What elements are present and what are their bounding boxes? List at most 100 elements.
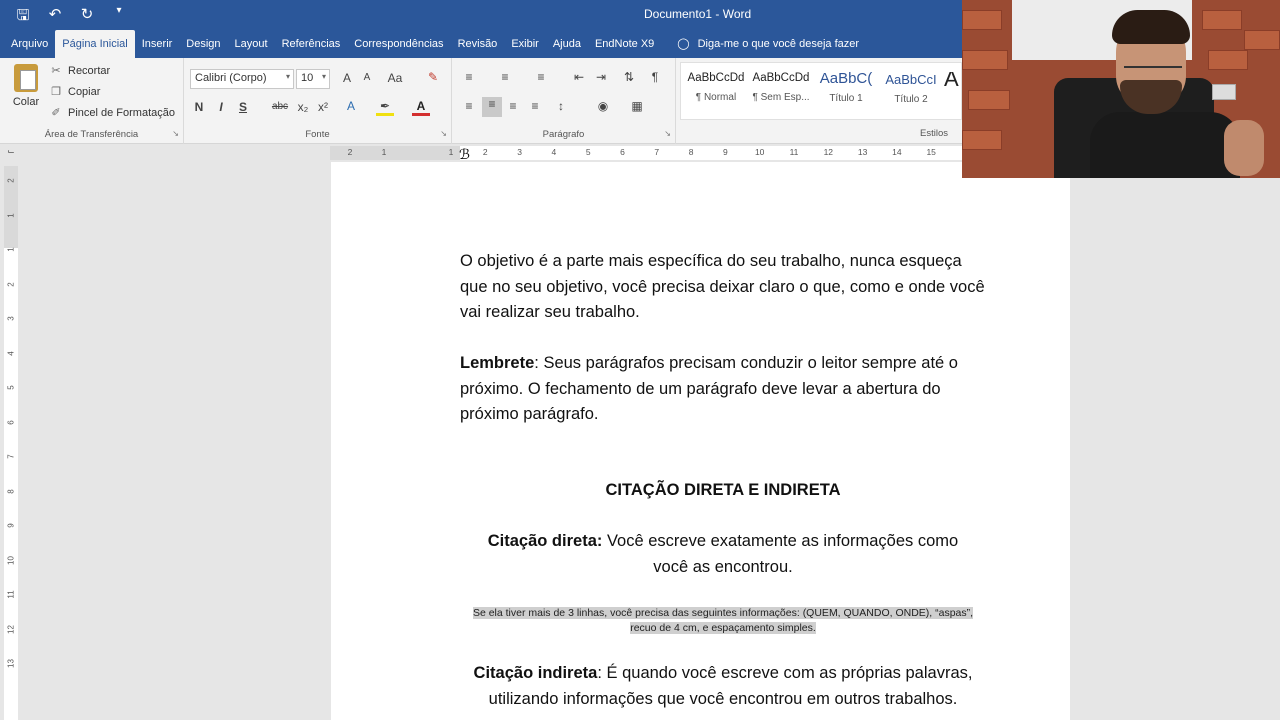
dialog-launcher-icon[interactable]: ↘ <box>440 129 447 138</box>
wall-outlet <box>1212 84 1236 100</box>
paragraph-direct-citation[interactable]: Citação direta: Você escreve exatamente … <box>470 529 976 580</box>
bold-button[interactable]: N <box>190 100 208 114</box>
underline-button[interactable]: S <box>234 100 252 114</box>
note-line: Se ela tiver mais de 3 linhas, você prec… <box>472 607 974 619</box>
horizontal-ruler[interactable]: 2 1 1 2 3 4 5 6 7 8 9 10 11 12 13 14 15 <box>330 146 962 160</box>
multilevel-list-icon[interactable]: ≡ <box>532 70 550 84</box>
indirect-citation-label: Citação indireta <box>473 664 598 682</box>
clipboard-group: Colar ✂ Recortar ❐ Copiar ✐ Pincel de Fo… <box>0 58 184 144</box>
person-hair <box>1112 10 1190 44</box>
highlight-icon[interactable]: ✒ <box>376 99 394 116</box>
line-spacing-icon[interactable]: ↕ <box>552 99 570 113</box>
dialog-launcher-icon[interactable]: ↘ <box>664 129 671 138</box>
brick <box>1202 10 1242 30</box>
tab-selector[interactable]: ⌙ <box>4 146 18 160</box>
paragraph-text: Você escreve exatamente as informações c… <box>602 532 959 576</box>
borders-icon[interactable]: ▦ <box>628 99 646 113</box>
bullets-icon[interactable]: ≡ <box>460 70 478 84</box>
ribbon-tabs: Arquivo Página Inicial Inserir Design La… <box>0 30 962 58</box>
tab-layout[interactable]: Layout <box>228 30 275 58</box>
ruler-number: 9 <box>6 523 16 528</box>
cut-button[interactable]: ✂ Recortar <box>50 64 110 78</box>
align-left-icon[interactable]: ≡ <box>460 99 478 113</box>
document-page[interactable]: O objetivo é a parte mais específica do … <box>331 162 1070 720</box>
style-heading-2[interactable]: AaBbCcI Título 2 <box>879 72 943 112</box>
style-no-spacing[interactable]: AaBbCcDd ¶ Sem Esp... <box>749 72 813 112</box>
style-sample: AaBbC( <box>819 70 873 87</box>
tab-endnote[interactable]: EndNote X9 <box>588 30 661 58</box>
tab-revisao[interactable]: Revisão <box>451 30 505 58</box>
style-normal[interactable]: AaBbCcDd ¶ Normal <box>684 72 748 112</box>
tab-design[interactable]: Design <box>179 30 227 58</box>
style-name: Título 1 <box>829 93 863 104</box>
shading-icon[interactable]: ◉ <box>594 99 612 113</box>
clear-formatting-icon[interactable]: ✎ <box>424 70 442 84</box>
increase-indent-icon[interactable]: ⇥ <box>592 70 610 84</box>
chevron-down-icon: ▾ <box>285 72 290 81</box>
pilcrow-icon[interactable]: ¶ <box>646 70 664 84</box>
paragraph-indirect-citation[interactable]: Citação indireta: É quando você escreve … <box>460 661 986 712</box>
tab-correspondencias[interactable]: Correspondências <box>347 30 450 58</box>
italic-button[interactable]: I <box>212 100 230 114</box>
grow-font-button[interactable]: A <box>338 71 356 85</box>
title-bar: 🖫 ↶ ↻ ▾ Documento1 - Word <box>0 0 962 30</box>
dialog-launcher-icon[interactable]: ↘ <box>172 129 179 138</box>
ruler-number: 11 <box>789 147 799 157</box>
paragraph-reminder[interactable]: Lembrete: Seus parágrafos precisam condu… <box>460 351 986 428</box>
ruler-number: 10 <box>754 147 765 157</box>
strikethrough-button[interactable]: abc <box>268 101 292 112</box>
vertical-ruler[interactable]: 2 1 1 2 3 4 5 6 7 8 9 10 11 12 13 <box>4 166 18 720</box>
tab-pagina-inicial[interactable]: Página Inicial <box>55 30 135 58</box>
lightbulb-icon: ◯ <box>677 38 690 50</box>
ruler-number: 14 <box>892 147 902 157</box>
section-heading[interactable]: CITAÇÃO DIRETA E INDIRETA <box>460 478 986 504</box>
copy-button[interactable]: ❐ Copiar <box>50 85 100 99</box>
ruler-number: 3 <box>517 147 522 157</box>
justify-icon[interactable]: ≡ <box>526 99 544 113</box>
ruler-number: 2 <box>6 281 16 287</box>
font-size-select[interactable]: 10 ▾ <box>296 69 330 89</box>
subscript-button[interactable]: x₂ <box>294 100 312 114</box>
paragraph-text: O objetivo é a parte mais específica do … <box>460 252 985 321</box>
shrink-font-button[interactable]: A <box>358 72 376 83</box>
format-painter-button[interactable]: ✐ Pincel de Formatação <box>50 106 175 120</box>
brick <box>968 90 1010 110</box>
scissors-icon: ✂ <box>51 65 61 77</box>
undo-icon[interactable]: ↶ <box>44 5 66 30</box>
align-right-icon[interactable]: ≡ <box>504 99 522 113</box>
highlighted-note[interactable]: Se ela tiver mais de 3 linhas, você prec… <box>460 606 986 636</box>
ruler-number: 11 <box>6 590 16 599</box>
style-name: ¶ Normal <box>695 92 737 103</box>
change-case-button[interactable]: Aa <box>384 71 406 85</box>
tell-me-search[interactable]: ◯ Diga-me o que você deseja fazer <box>677 30 859 58</box>
style-title[interactable]: A <box>944 72 962 112</box>
paragraph-objective[interactable]: O objetivo é a parte mais específica do … <box>460 249 986 326</box>
decrease-indent-icon[interactable]: ⇤ <box>570 70 588 84</box>
tab-referencias[interactable]: Referências <box>275 30 348 58</box>
style-name: Título 2 <box>894 94 928 105</box>
text-effects-icon[interactable]: A <box>342 99 360 113</box>
save-icon[interactable]: 🖫 <box>12 5 34 30</box>
tab-inserir[interactable]: Inserir <box>135 30 180 58</box>
font-family-select[interactable]: Calibri (Corpo) ▾ <box>190 69 294 89</box>
ruler-number: 10 <box>6 555 16 565</box>
style-heading-1[interactable]: AaBbC( Título 1 <box>814 70 878 112</box>
brick <box>962 10 1002 30</box>
superscript-button[interactable]: x² <box>314 100 332 114</box>
tab-ajuda[interactable]: Ajuda <box>546 30 588 58</box>
tell-me-text: Diga-me o que você deseja fazer <box>697 38 860 50</box>
direct-citation-label: Citação direta: <box>487 532 603 550</box>
tab-exibir[interactable]: Exibir <box>504 30 546 58</box>
numbering-icon[interactable]: ≡ <box>496 70 514 84</box>
customize-icon[interactable]: ▾ <box>108 5 130 30</box>
copy-icon: ❐ <box>51 86 61 98</box>
align-center-icon[interactable]: ≡ <box>482 97 502 117</box>
ruler-number: 2 <box>6 178 16 183</box>
ruler-number: 8 <box>6 488 16 494</box>
sort-icon[interactable]: ⇅ <box>620 70 638 84</box>
tab-arquivo[interactable]: Arquivo <box>4 30 55 58</box>
glasses <box>1124 66 1182 80</box>
font-color-icon[interactable]: A <box>412 99 430 116</box>
redo-icon[interactable]: ↻ <box>76 5 98 30</box>
paste-button[interactable]: Colar <box>10 64 42 108</box>
